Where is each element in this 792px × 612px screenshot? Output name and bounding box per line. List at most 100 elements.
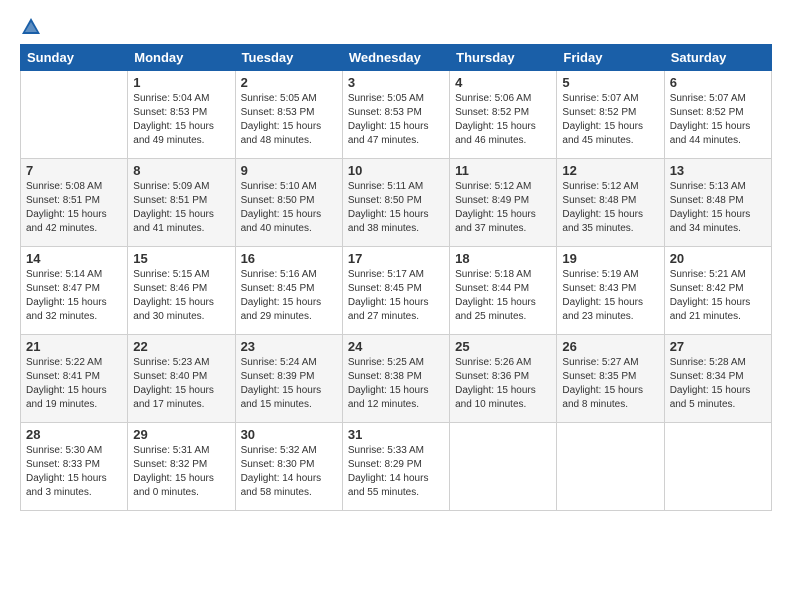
day-number: 14 xyxy=(26,251,122,266)
calendar-cell xyxy=(557,423,664,511)
calendar-col-header: Tuesday xyxy=(235,45,342,71)
calendar-cell: 28 Sunrise: 5:30 AMSunset: 8:33 PMDayligh… xyxy=(21,423,128,511)
day-info: Sunrise: 5:11 AMSunset: 8:50 PMDaylight:… xyxy=(348,180,444,236)
calendar-cell: 9 Sunrise: 5:10 AMSunset: 8:50 PMDaylight… xyxy=(235,159,342,247)
day-number: 19 xyxy=(562,251,658,266)
calendar-cell: 19 Sunrise: 5:19 AMSunset: 8:43 PMDayligh… xyxy=(557,247,664,335)
day-info: Sunrise: 5:19 AMSunset: 8:43 PMDaylight:… xyxy=(562,268,658,324)
calendar-cell: 4 Sunrise: 5:06 AMSunset: 8:52 PMDaylight… xyxy=(450,71,557,159)
logo xyxy=(20,16,46,38)
calendar-cell: 24 Sunrise: 5:25 AMSunset: 8:38 PMDayligh… xyxy=(342,335,449,423)
day-info: Sunrise: 5:22 AMSunset: 8:41 PMDaylight:… xyxy=(26,356,122,412)
calendar-cell: 6Sunrise: 5:07 AMSunset: 8:52 PMDaylight… xyxy=(664,71,771,159)
day-info: Sunrise: 5:09 AMSunset: 8:51 PMDaylight:… xyxy=(133,180,229,236)
day-number: 31 xyxy=(348,427,444,442)
calendar-cell: 26 Sunrise: 5:27 AMSunset: 8:35 PMDayligh… xyxy=(557,335,664,423)
day-number: 17 xyxy=(348,251,444,266)
day-info: Sunrise: 5:05 AMSunset: 8:53 PMDaylight:… xyxy=(348,92,444,148)
day-number: 12 xyxy=(562,163,658,178)
calendar-week-row: 7 Sunrise: 5:08 AMSunset: 8:51 PMDaylight… xyxy=(21,159,772,247)
day-number: 15 xyxy=(133,251,229,266)
calendar-cell xyxy=(664,423,771,511)
day-info: Sunrise: 5:30 AMSunset: 8:33 PMDaylight:… xyxy=(26,444,122,500)
day-number: 11 xyxy=(455,163,551,178)
calendar-week-row: 21 Sunrise: 5:22 AMSunset: 8:41 PMDayligh… xyxy=(21,335,772,423)
calendar-week-row: 28 Sunrise: 5:30 AMSunset: 8:33 PMDayligh… xyxy=(21,423,772,511)
day-number: 9 xyxy=(241,163,337,178)
day-number: 23 xyxy=(241,339,337,354)
calendar-header-row: SundayMondayTuesdayWednesdayThursdayFrid… xyxy=(21,45,772,71)
day-info: Sunrise: 5:05 AMSunset: 8:53 PMDaylight:… xyxy=(241,92,337,148)
day-info: Sunrise: 5:33 AMSunset: 8:29 PMDaylight:… xyxy=(348,444,444,500)
calendar-cell: 22Sunrise: 5:23 AMSunset: 8:40 PMDayligh… xyxy=(128,335,235,423)
day-info: Sunrise: 5:04 AMSunset: 8:53 PMDaylight:… xyxy=(133,92,229,148)
day-number: 21 xyxy=(26,339,122,354)
day-info: Sunrise: 5:07 AMSunset: 8:52 PMDaylight:… xyxy=(670,92,766,148)
day-number: 26 xyxy=(562,339,658,354)
day-number: 20 xyxy=(670,251,766,266)
day-number: 8 xyxy=(133,163,229,178)
day-info: Sunrise: 5:10 AMSunset: 8:50 PMDaylight:… xyxy=(241,180,337,236)
calendar-cell: 2 Sunrise: 5:05 AMSunset: 8:53 PMDaylight… xyxy=(235,71,342,159)
day-number: 25 xyxy=(455,339,551,354)
day-info: Sunrise: 5:15 AMSunset: 8:46 PMDaylight:… xyxy=(133,268,229,324)
day-number: 2 xyxy=(241,75,337,90)
day-number: 18 xyxy=(455,251,551,266)
calendar-cell: 21 Sunrise: 5:22 AMSunset: 8:41 PMDayligh… xyxy=(21,335,128,423)
calendar-cell: 11 Sunrise: 5:12 AMSunset: 8:49 PMDayligh… xyxy=(450,159,557,247)
day-info: Sunrise: 5:06 AMSunset: 8:52 PMDaylight:… xyxy=(455,92,551,148)
day-info: Sunrise: 5:26 AMSunset: 8:36 PMDaylight:… xyxy=(455,356,551,412)
calendar-week-row: 1 Sunrise: 5:04 AMSunset: 8:53 PMDaylight… xyxy=(21,71,772,159)
day-info: Sunrise: 5:16 AMSunset: 8:45 PMDaylight:… xyxy=(241,268,337,324)
calendar-col-header: Sunday xyxy=(21,45,128,71)
calendar-cell: 14 Sunrise: 5:14 AMSunset: 8:47 PMDayligh… xyxy=(21,247,128,335)
calendar-col-header: Wednesday xyxy=(342,45,449,71)
day-number: 27 xyxy=(670,339,766,354)
day-number: 24 xyxy=(348,339,444,354)
calendar-cell: 30 Sunrise: 5:32 AMSunset: 8:30 PMDayligh… xyxy=(235,423,342,511)
day-number: 4 xyxy=(455,75,551,90)
day-info: Sunrise: 5:27 AMSunset: 8:35 PMDaylight:… xyxy=(562,356,658,412)
calendar-cell: 31 Sunrise: 5:33 AMSunset: 8:29 PMDayligh… xyxy=(342,423,449,511)
day-number: 1 xyxy=(133,75,229,90)
day-number: 28 xyxy=(26,427,122,442)
calendar-cell: 5Sunrise: 5:07 AMSunset: 8:52 PMDaylight… xyxy=(557,71,664,159)
day-info: Sunrise: 5:24 AMSunset: 8:39 PMDaylight:… xyxy=(241,356,337,412)
day-number: 13 xyxy=(670,163,766,178)
calendar-table: SundayMondayTuesdayWednesdayThursdayFrid… xyxy=(20,44,772,511)
day-number: 30 xyxy=(241,427,337,442)
calendar-cell: 13Sunrise: 5:13 AMSunset: 8:48 PMDayligh… xyxy=(664,159,771,247)
day-info: Sunrise: 5:12 AMSunset: 8:49 PMDaylight:… xyxy=(455,180,551,236)
calendar-cell: 25 Sunrise: 5:26 AMSunset: 8:36 PMDayligh… xyxy=(450,335,557,423)
logo-icon xyxy=(20,16,42,38)
day-info: Sunrise: 5:12 AMSunset: 8:48 PMDaylight:… xyxy=(562,180,658,236)
day-number: 3 xyxy=(348,75,444,90)
day-info: Sunrise: 5:18 AMSunset: 8:44 PMDaylight:… xyxy=(455,268,551,324)
day-number: 29 xyxy=(133,427,229,442)
calendar-cell: 27Sunrise: 5:28 AMSunset: 8:34 PMDayligh… xyxy=(664,335,771,423)
day-info: Sunrise: 5:23 AMSunset: 8:40 PMDaylight:… xyxy=(133,356,229,412)
calendar-cell: 10 Sunrise: 5:11 AMSunset: 8:50 PMDayligh… xyxy=(342,159,449,247)
day-number: 16 xyxy=(241,251,337,266)
calendar-col-header: Friday xyxy=(557,45,664,71)
day-number: 5 xyxy=(562,75,658,90)
day-number: 7 xyxy=(26,163,122,178)
calendar-col-header: Thursday xyxy=(450,45,557,71)
calendar-cell: 15 Sunrise: 5:15 AMSunset: 8:46 PMDayligh… xyxy=(128,247,235,335)
calendar-cell: 17 Sunrise: 5:17 AMSunset: 8:45 PMDayligh… xyxy=(342,247,449,335)
day-number: 10 xyxy=(348,163,444,178)
day-info: Sunrise: 5:08 AMSunset: 8:51 PMDaylight:… xyxy=(26,180,122,236)
calendar-cell xyxy=(21,71,128,159)
day-info: Sunrise: 5:25 AMSunset: 8:38 PMDaylight:… xyxy=(348,356,444,412)
calendar-week-row: 14 Sunrise: 5:14 AMSunset: 8:47 PMDayligh… xyxy=(21,247,772,335)
day-info: Sunrise: 5:32 AMSunset: 8:30 PMDaylight:… xyxy=(241,444,337,500)
calendar-cell: 16 Sunrise: 5:16 AMSunset: 8:45 PMDayligh… xyxy=(235,247,342,335)
calendar-cell xyxy=(450,423,557,511)
day-info: Sunrise: 5:14 AMSunset: 8:47 PMDaylight:… xyxy=(26,268,122,324)
calendar-cell: 3 Sunrise: 5:05 AMSunset: 8:53 PMDaylight… xyxy=(342,71,449,159)
calendar-cell: 20 Sunrise: 5:21 AMSunset: 8:42 PMDayligh… xyxy=(664,247,771,335)
day-info: Sunrise: 5:21 AMSunset: 8:42 PMDaylight:… xyxy=(670,268,766,324)
calendar-cell: 29Sunrise: 5:31 AMSunset: 8:32 PMDayligh… xyxy=(128,423,235,511)
page: SundayMondayTuesdayWednesdayThursdayFrid… xyxy=(0,0,792,612)
day-info: Sunrise: 5:17 AMSunset: 8:45 PMDaylight:… xyxy=(348,268,444,324)
